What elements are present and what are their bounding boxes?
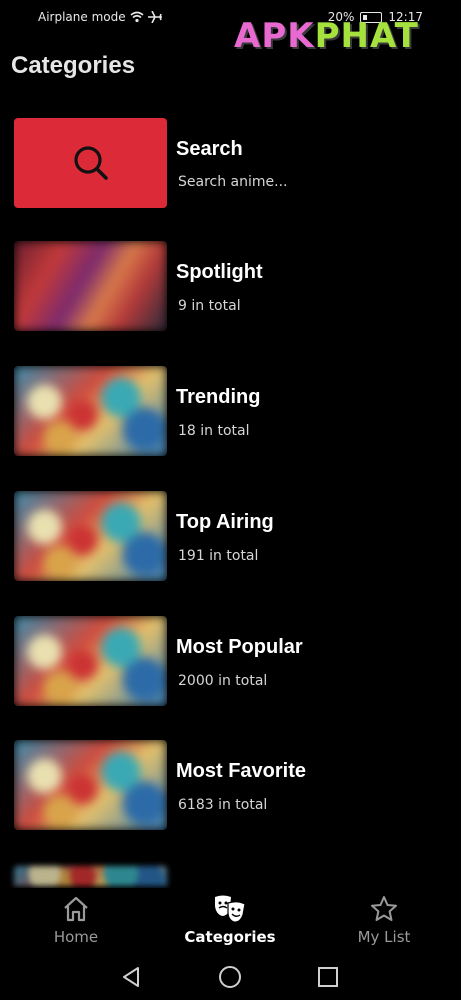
page-title: Categories [11, 52, 136, 79]
watermark-logo: APKPHAT [234, 16, 419, 56]
nav-my-list-label: My List [357, 928, 411, 946]
back-triangle-icon[interactable] [116, 962, 146, 992]
category-subtitle: Search anime... [178, 174, 288, 190]
nav-my-list[interactable]: My List [324, 894, 444, 946]
category-item-trending[interactable]: Trending 18 in total [14, 366, 454, 456]
category-title: Search [176, 138, 243, 160]
category-item-most-favorite[interactable]: Most Favorite 6183 in total [14, 740, 454, 830]
bottom-nav: Home Categories My List [0, 888, 461, 954]
category-subtitle: 18 in total [178, 423, 250, 439]
recents-square-icon[interactable] [313, 962, 343, 992]
category-item-top-airing[interactable]: Top Airing 191 in total [14, 491, 454, 581]
category-title: Top Airing [176, 511, 274, 533]
airplane-icon [147, 11, 162, 23]
most-favorite-thumbnail [14, 740, 167, 830]
watermark-text-b: PHAT [314, 16, 419, 56]
category-item-most-popular[interactable]: Most Popular 2000 in total [14, 616, 454, 706]
spotlight-thumbnail [14, 241, 167, 331]
category-subtitle: 9 in total [178, 298, 241, 314]
system-nav [0, 954, 461, 1000]
star-icon [371, 896, 397, 921]
category-subtitle: 191 in total [178, 548, 259, 564]
nav-categories[interactable]: Categories [170, 894, 290, 946]
category-title: Most Favorite [176, 760, 307, 782]
partial-next-thumbnail [14, 866, 167, 886]
theater-masks-icon [215, 895, 246, 923]
category-item-spotlight[interactable]: Spotlight 9 in total [14, 241, 454, 331]
home-circle-icon[interactable] [215, 962, 245, 992]
category-subtitle: 6183 in total [178, 797, 268, 813]
category-title: Spotlight [176, 261, 263, 283]
top-airing-thumbnail [14, 491, 167, 581]
category-title: Most Popular [176, 636, 303, 658]
nav-home-label: Home [53, 928, 99, 946]
category-item-search[interactable]: Search Search anime... [14, 118, 454, 208]
nav-home[interactable]: Home [16, 894, 136, 946]
search-tile[interactable] [14, 118, 167, 208]
nav-categories-label: Categories [184, 928, 276, 946]
status-left: Airplane mode [38, 10, 162, 24]
category-subtitle: 2000 in total [178, 673, 268, 689]
airplane-mode-label: Airplane mode [38, 10, 126, 24]
home-icon [64, 896, 88, 922]
trending-thumbnail [14, 366, 167, 456]
category-title: Trending [176, 386, 261, 408]
watermark-text-a: APK [234, 16, 315, 56]
wifi-icon [130, 11, 144, 23]
search-icon [73, 146, 108, 180]
most-popular-thumbnail [14, 616, 167, 706]
